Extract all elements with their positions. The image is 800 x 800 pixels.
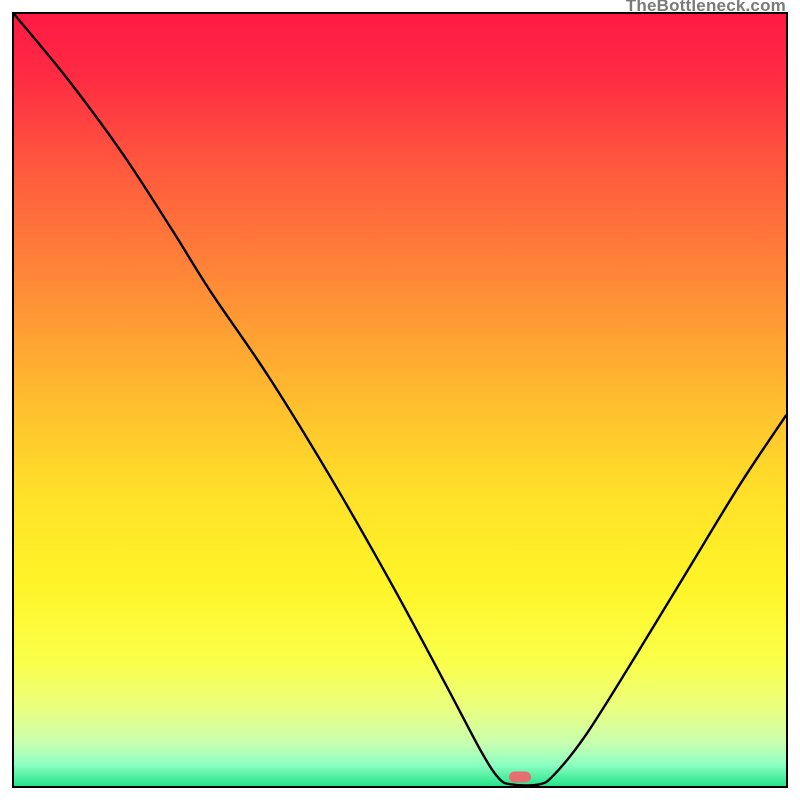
optimal-point-marker	[509, 771, 531, 782]
plot-area	[12, 12, 788, 788]
bottleneck-chart: TheBottleneck.com	[0, 0, 800, 800]
gradient-background	[14, 14, 786, 786]
